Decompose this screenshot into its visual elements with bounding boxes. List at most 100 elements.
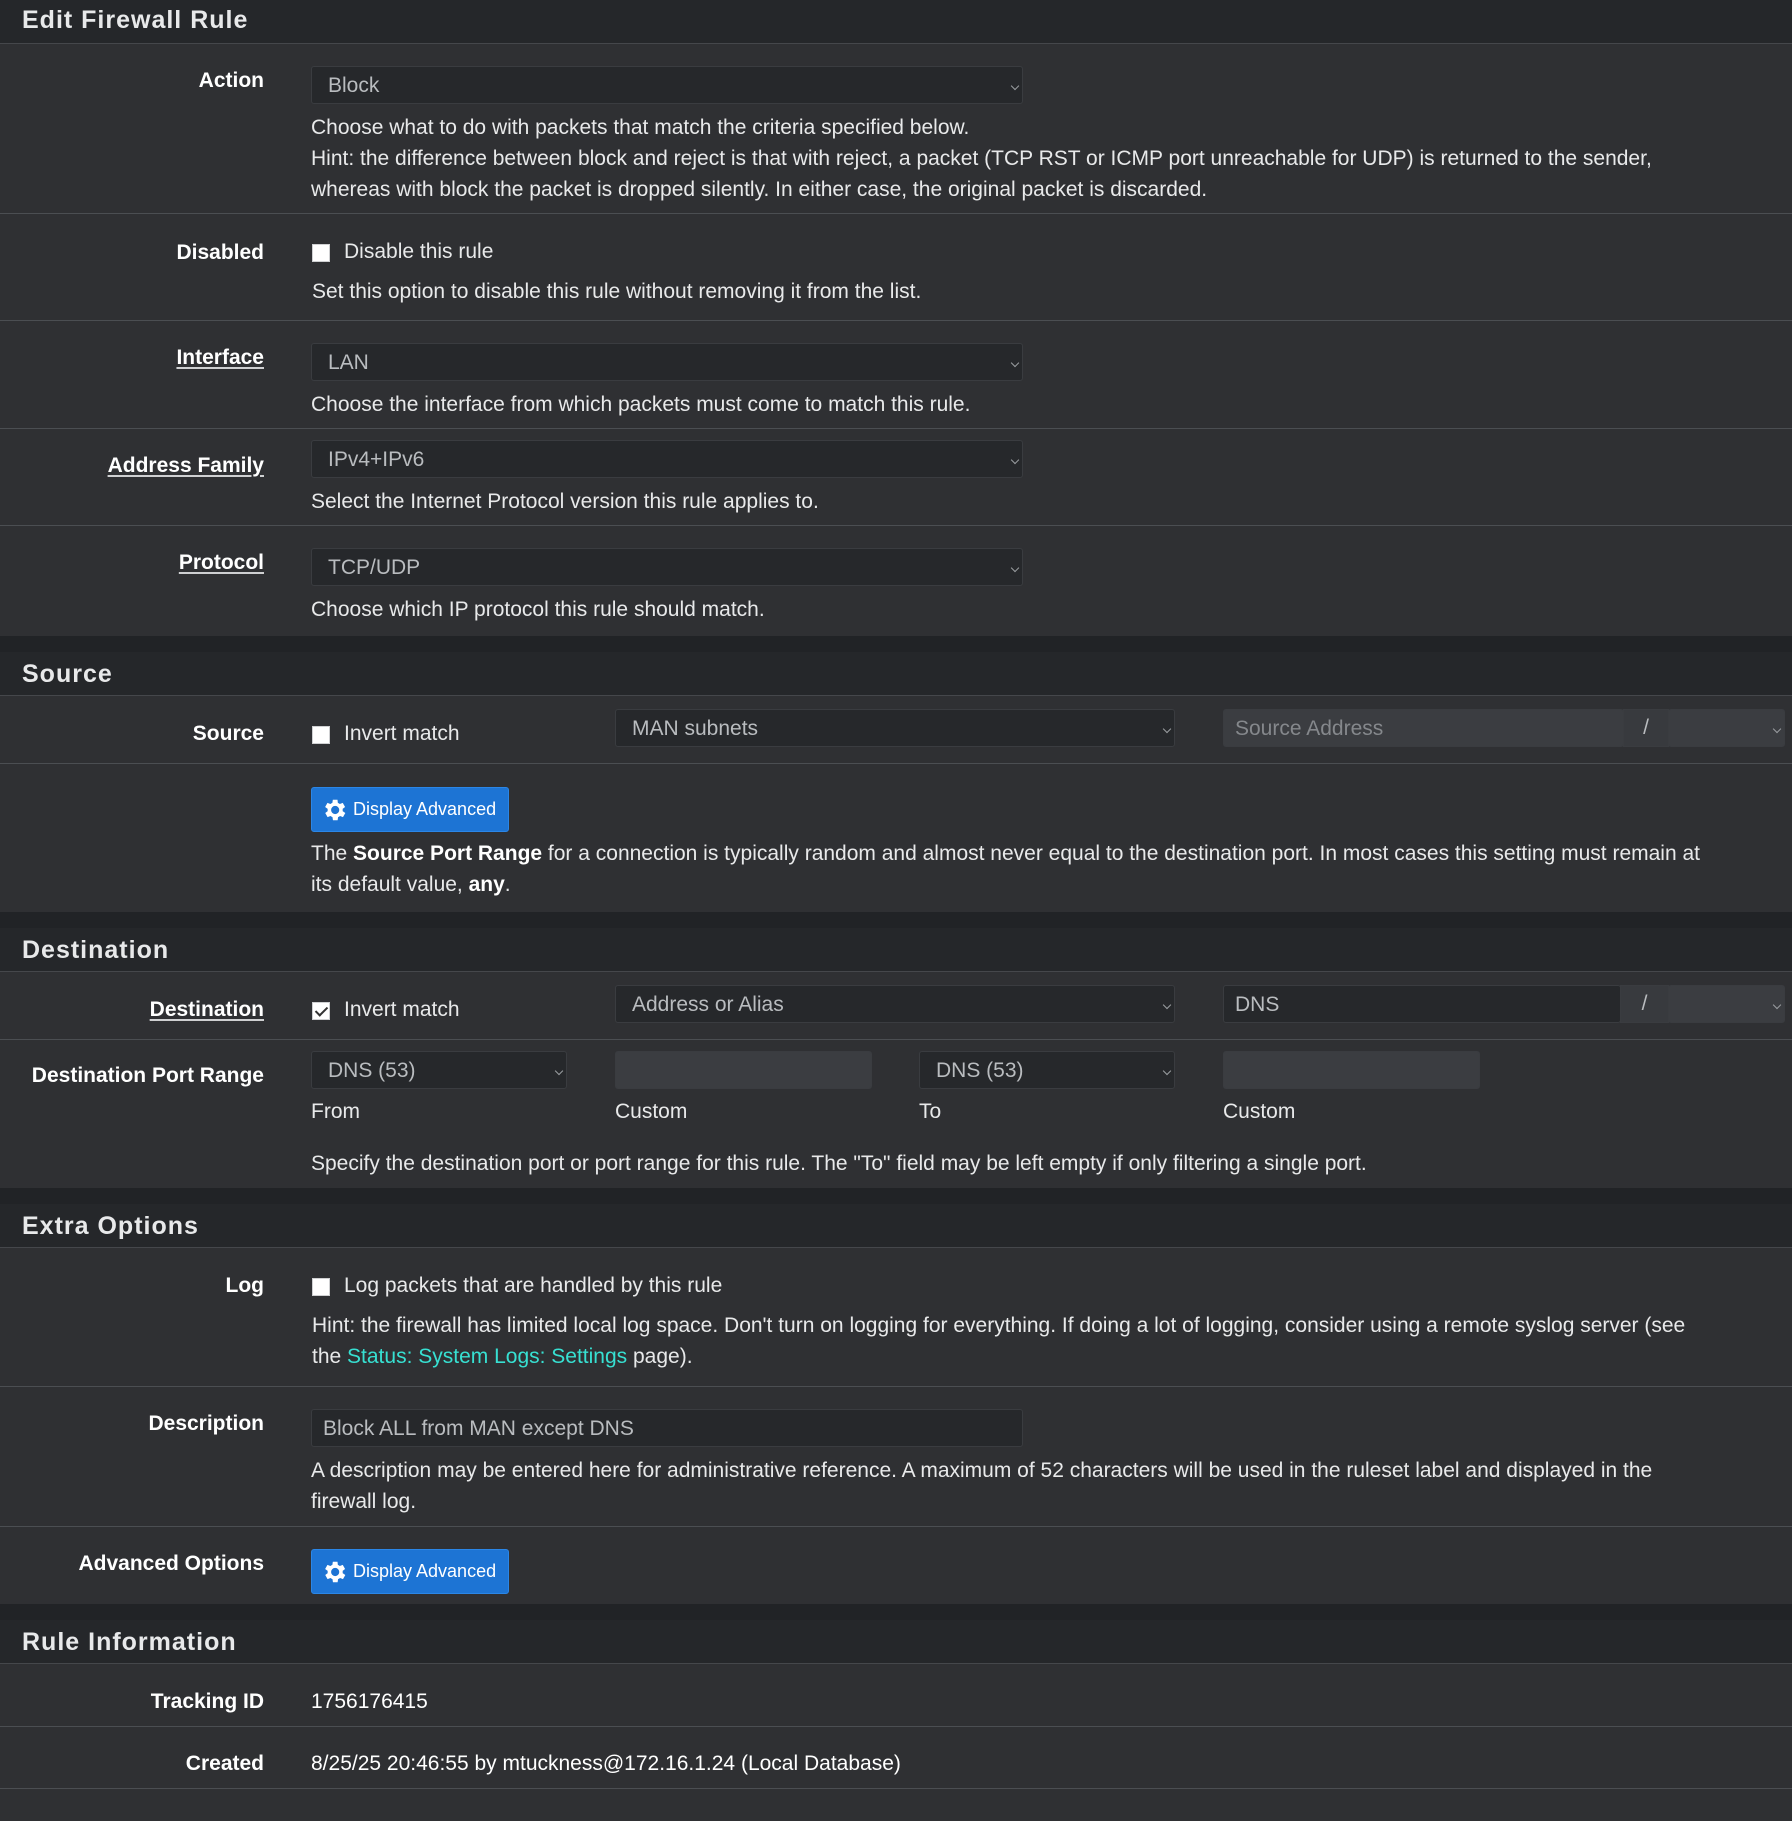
row-divider (0, 213, 1792, 214)
description-value: Block ALL from MAN except DNS (323, 1417, 634, 1440)
log-help: Hint: the firewall has limited local log… (312, 1310, 1782, 1372)
source-type-value: MAN subnets (632, 717, 759, 740)
protocol-select[interactable]: TCP/UDP (311, 548, 1023, 586)
source-invert-label: Invert match (344, 722, 460, 745)
log-help-line: the Status: System Logs: Settings page). (312, 1345, 693, 1368)
destination-port-to-custom-input[interactable] (1223, 1051, 1480, 1089)
disabled-label: Disabled (176, 241, 264, 264)
protocol-help: Choose which IP protocol this rule shoul… (311, 598, 765, 621)
row-divider (0, 1726, 1792, 1727)
address-family-select[interactable]: IPv4+IPv6 (311, 440, 1023, 478)
disabled-help: Set this option to disable this rule wit… (312, 280, 922, 303)
disable-rule-checkbox[interactable] (312, 244, 330, 262)
destination-type-value: Address or Alias (632, 993, 784, 1016)
extra-options-panel: Extra Options Log Log packets that are h… (0, 1204, 1792, 1604)
log-label: Log (225, 1274, 264, 1297)
chevron-down-icon (1010, 358, 1020, 368)
destination-invert-label: Invert match (344, 998, 460, 1021)
chevron-down-icon (1772, 1000, 1782, 1010)
interface-select-value: LAN (328, 351, 369, 374)
gear-icon (325, 799, 346, 821)
source-panel: Source Source Invert match MAN subnets S… (0, 652, 1792, 912)
interface-label[interactable]: Interface (176, 346, 264, 370)
source-slash-addon: / (1623, 709, 1669, 747)
row-divider (0, 1788, 1792, 1789)
source-type-select[interactable]: MAN subnets (615, 709, 1175, 747)
edit-rule-panel: Edit Firewall Rule Action Block Choose w… (0, 0, 1792, 636)
log-checkbox[interactable] (312, 1278, 330, 1296)
destination-address-input[interactable]: DNS (1223, 985, 1621, 1023)
source-label: Source (192, 722, 264, 745)
chevron-down-icon (554, 1066, 564, 1076)
panel-header: Extra Options (0, 1204, 1792, 1248)
disable-rule-checkbox-label: Disable this rule (344, 240, 494, 263)
interface-select[interactable]: LAN (311, 343, 1023, 381)
destination-address-value: DNS (1235, 993, 1280, 1016)
description-help-line: firewall log. (311, 1490, 417, 1513)
source-address-placeholder: Source Address (1235, 717, 1384, 740)
tracking-id-value: 1756176415 (311, 1690, 428, 1713)
protocol-select-value: TCP/UDP (328, 556, 421, 579)
description-input[interactable]: Block ALL from MAN except DNS (311, 1409, 1023, 1447)
destination-port-to-select[interactable]: DNS (53) (919, 1051, 1175, 1089)
port-from-label: From (311, 1100, 360, 1123)
description-help: A description may be entered here for ad… (311, 1455, 1781, 1517)
action-help: Choose what to do with packets that matc… (311, 112, 1652, 205)
chevron-down-icon (1010, 81, 1020, 91)
destination-invert-checkbox[interactable] (312, 1002, 330, 1020)
address-family-label[interactable]: Address Family (108, 454, 264, 478)
destination-port-from-select[interactable]: DNS (53) (311, 1051, 567, 1089)
port-to-custom-label: Custom (1223, 1100, 1296, 1123)
destination-panel: Destination Destination Invert match Add… (0, 928, 1792, 1188)
action-select-value: Block (328, 74, 380, 97)
source-help-line: its default value, any. (311, 873, 511, 896)
log-help-line: Hint: the firewall has limited local log… (312, 1314, 1686, 1337)
row-divider (0, 763, 1792, 764)
advanced-options-label: Advanced Options (78, 1552, 264, 1575)
chevron-down-icon (1010, 455, 1020, 465)
chevron-down-icon (1162, 1000, 1172, 1010)
log-checkbox-label: Log packets that are handled by this rul… (344, 1274, 723, 1297)
row-divider (0, 428, 1792, 429)
panel-header: Rule Information (0, 1620, 1792, 1664)
destination-slash-addon: / (1620, 985, 1669, 1023)
panel-title: Destination (22, 936, 170, 964)
address-family-select-value: IPv4+IPv6 (328, 448, 425, 471)
panel-header: Source (0, 652, 1792, 696)
row-divider (0, 1386, 1792, 1387)
destination-type-select[interactable]: Address or Alias (615, 985, 1175, 1023)
action-select[interactable]: Block (311, 66, 1023, 104)
button-label: Display Advanced (353, 799, 497, 819)
advanced-options-display-button[interactable]: Display Advanced (311, 1549, 509, 1594)
panel-title: Edit Firewall Rule (22, 6, 249, 34)
row-divider (0, 320, 1792, 321)
port-from-custom-label: Custom (615, 1100, 688, 1123)
action-label: Action (198, 69, 264, 92)
system-logs-settings-link[interactable]: Status: System Logs: Settings (347, 1345, 627, 1368)
protocol-label[interactable]: Protocol (179, 551, 264, 575)
port-to-value: DNS (53) (936, 1059, 1024, 1082)
panel-header: Edit Firewall Rule (0, 0, 1792, 44)
row-divider (0, 525, 1792, 526)
panel-header: Destination (0, 928, 1792, 972)
panel-title: Extra Options (22, 1212, 199, 1240)
created-value: 8/25/25 20:46:55 by mtuckness@172.16.1.2… (311, 1752, 901, 1775)
source-mask-select[interactable] (1668, 709, 1785, 747)
source-display-advanced-button[interactable]: Display Advanced (311, 787, 509, 832)
slash-text: / (1641, 992, 1648, 1015)
destination-label[interactable]: Destination (150, 998, 264, 1022)
tracking-id-label: Tracking ID (150, 1690, 264, 1713)
destination-port-from-custom-input[interactable] (615, 1051, 872, 1089)
created-label: Created (185, 1752, 264, 1775)
action-help-line: Hint: the difference between block and r… (311, 147, 1652, 170)
row-divider (0, 1039, 1792, 1040)
action-help-line: whereas with block the packet is dropped… (311, 178, 1208, 201)
source-invert-checkbox[interactable] (312, 726, 330, 744)
port-to-label: To (919, 1100, 942, 1123)
chevron-down-icon (1772, 724, 1782, 734)
source-address-input[interactable]: Source Address (1223, 709, 1624, 747)
panel-title: Source (22, 660, 113, 688)
gear-icon (325, 1561, 346, 1583)
destination-mask-select[interactable] (1668, 985, 1785, 1023)
destination-port-help: Specify the destination port or port ran… (311, 1152, 1367, 1175)
